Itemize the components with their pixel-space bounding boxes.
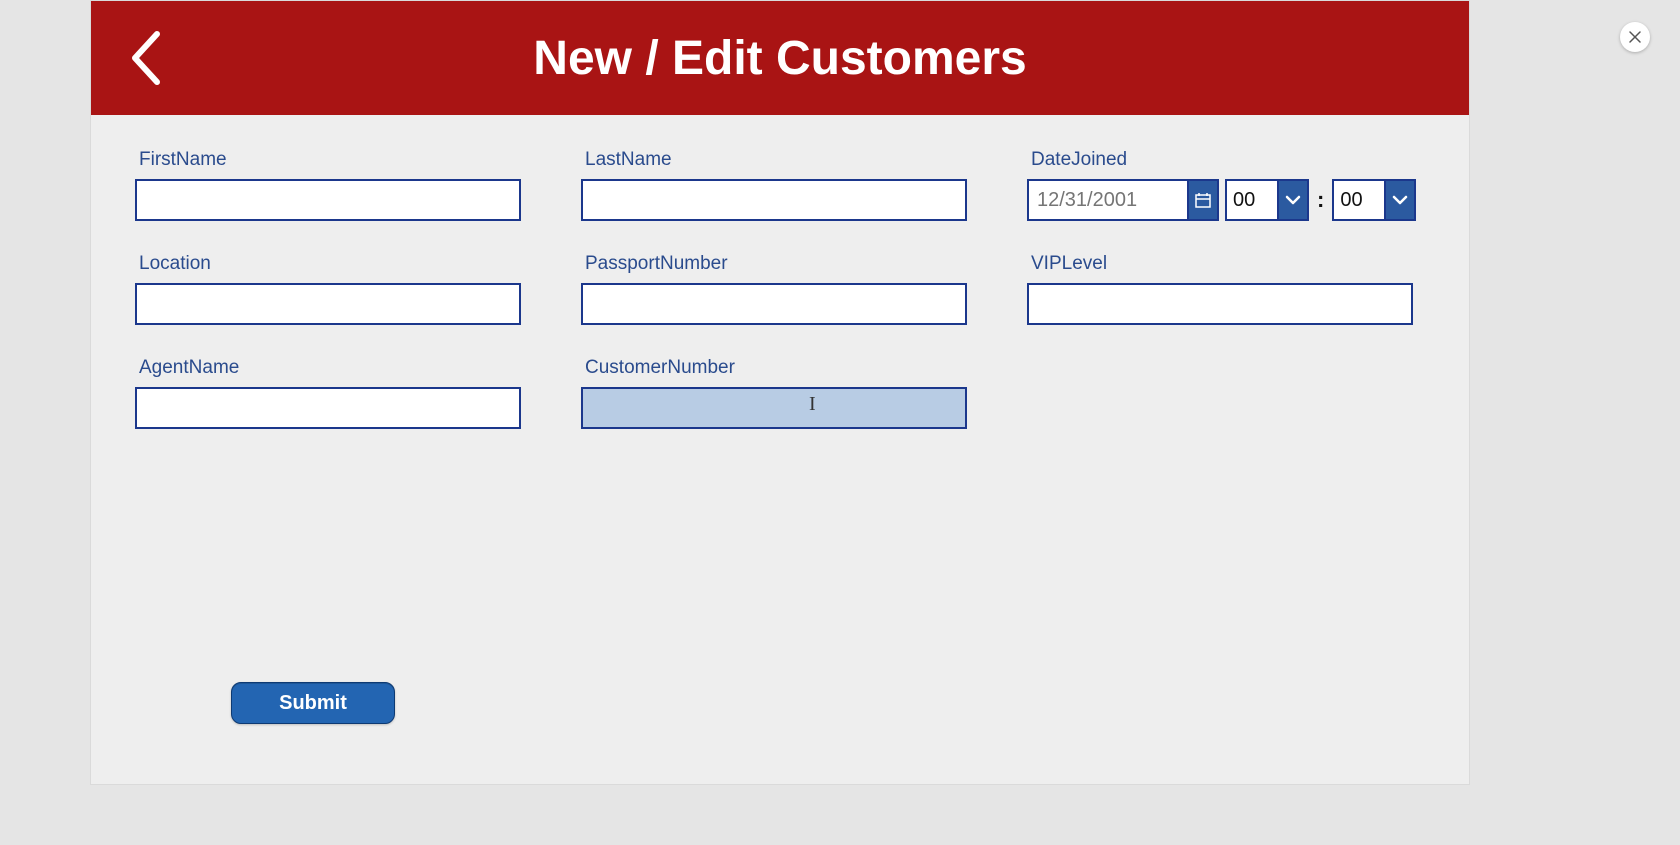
field-location: Location: [135, 253, 521, 325]
hour-value[interactable]: [1225, 179, 1277, 221]
header-bar: New / Edit Customers: [91, 1, 1469, 115]
minute-select[interactable]: [1332, 179, 1416, 221]
minute-value[interactable]: [1332, 179, 1384, 221]
label-location: Location: [139, 253, 521, 275]
input-customer-number[interactable]: [581, 387, 967, 429]
input-passport-number[interactable]: [581, 283, 967, 325]
input-location[interactable]: [135, 283, 521, 325]
input-date-joined[interactable]: [1027, 179, 1187, 221]
input-vip-level[interactable]: [1027, 283, 1413, 325]
input-agent-name[interactable]: [135, 387, 521, 429]
form-row-2: Location PassportNumber VIPLevel: [135, 253, 1425, 325]
field-vip-level: VIPLevel: [1027, 253, 1413, 325]
minute-dropdown-button[interactable]: [1384, 179, 1416, 221]
form-panel: New / Edit Customers FirstName LastName …: [90, 0, 1470, 785]
calendar-icon: [1195, 192, 1211, 208]
form-row-3: AgentName CustomerNumber I: [135, 357, 1425, 429]
field-agent-name: AgentName: [135, 357, 521, 429]
calendar-button[interactable]: [1187, 179, 1219, 221]
label-first-name: FirstName: [139, 149, 521, 171]
chevron-left-icon: [127, 28, 167, 88]
input-first-name[interactable]: [135, 179, 521, 221]
back-button[interactable]: [117, 25, 177, 91]
field-first-name: FirstName: [135, 149, 521, 221]
date-time-group: :: [1027, 179, 1413, 221]
time-separator: :: [1315, 187, 1326, 213]
field-date-joined: DateJoined: [1027, 149, 1413, 221]
chevron-down-icon: [1285, 194, 1301, 206]
label-last-name: LastName: [585, 149, 967, 171]
submit-button[interactable]: Submit: [231, 682, 395, 724]
label-vip-level: VIPLevel: [1031, 253, 1413, 275]
page-title: New / Edit Customers: [533, 31, 1026, 86]
label-date-joined: DateJoined: [1031, 149, 1413, 171]
chevron-down-icon: [1392, 194, 1408, 206]
hour-select[interactable]: [1225, 179, 1309, 221]
field-customer-number: CustomerNumber I: [581, 357, 967, 429]
field-passport-number: PassportNumber: [581, 253, 967, 325]
close-icon: [1628, 30, 1642, 44]
input-last-name[interactable]: [581, 179, 967, 221]
label-agent-name: AgentName: [139, 357, 521, 379]
label-customer-number: CustomerNumber: [585, 357, 967, 379]
hour-dropdown-button[interactable]: [1277, 179, 1309, 221]
label-passport-number: PassportNumber: [585, 253, 967, 275]
form-row-1: FirstName LastName DateJoined: [135, 149, 1425, 221]
app-root: New / Edit Customers FirstName LastName …: [0, 0, 1680, 845]
date-input-wrap: [1027, 179, 1219, 221]
field-last-name: LastName: [581, 149, 967, 221]
close-button[interactable]: [1620, 22, 1650, 52]
form-area: FirstName LastName DateJoined: [91, 115, 1469, 429]
